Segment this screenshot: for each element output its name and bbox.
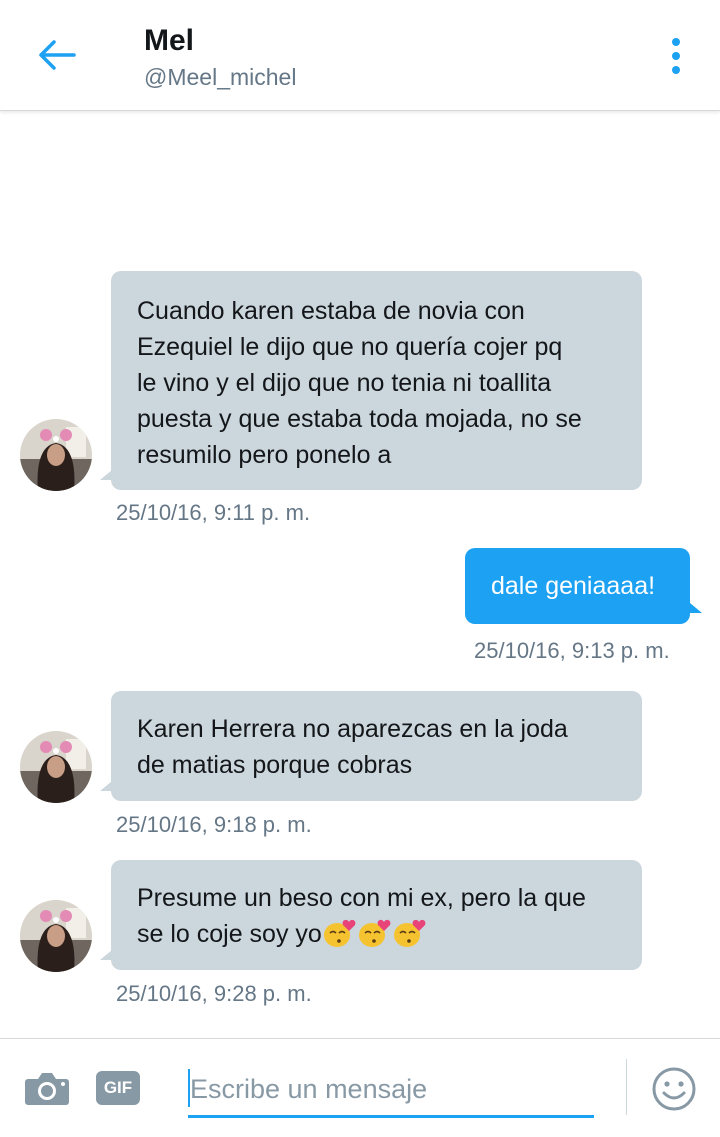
message-bubble-outgoing[interactable]: dale geniaaaa! <box>465 548 690 624</box>
message-input[interactable] <box>188 1063 594 1118</box>
kissing-face-icon <box>323 919 356 947</box>
message-bubble-incoming[interactable]: Presume un beso con mi ex, pero la que s… <box>111 860 642 970</box>
message-text-line: Presume un beso con mi ex, pero la que <box>137 884 586 912</box>
kissing-face-icon <box>358 919 391 947</box>
message-timestamp: 25/10/16, 9:13 p. m. <box>474 638 670 663</box>
bubble-tail <box>690 603 702 613</box>
kissing-face-icon <box>393 919 426 947</box>
back-button[interactable] <box>30 32 80 78</box>
back-arrow-icon <box>39 40 76 70</box>
message-timestamp: 25/10/16, 9:18 p. m. <box>116 812 312 837</box>
conversation-handle: @Meel_michel <box>144 64 297 90</box>
message-text-line: puesta y que estaba toda mojada, no se <box>137 405 582 433</box>
conversation-title: Mel <box>144 24 195 57</box>
bubble-tail <box>100 470 112 480</box>
message-text-line: dale geniaaaa! <box>491 572 656 600</box>
text-cursor <box>188 1069 190 1107</box>
camera-button[interactable] <box>24 1069 70 1107</box>
message-timestamp: 25/10/16, 9:11 p. m. <box>116 500 311 525</box>
avatar[interactable] <box>20 900 92 972</box>
camera-icon <box>25 1073 69 1105</box>
message-text-line: resumilo pero ponelo a <box>137 441 392 469</box>
bubble-tail <box>100 781 112 791</box>
avatar[interactable] <box>20 419 92 491</box>
avatar-photo <box>20 731 92 803</box>
message-text-line-with-emoji: se lo coje soy yo <box>137 916 616 952</box>
message-bubble-incoming[interactable]: Cuando karen estaba de novia con Ezequie… <box>111 271 642 490</box>
composer-divider <box>626 1059 627 1115</box>
message-text-line: de matias porque cobras <box>137 751 413 779</box>
message-text-line: Karen Herrera no aparezcas en la joda <box>137 715 568 743</box>
emoji-button[interactable] <box>650 1065 698 1113</box>
avatar[interactable] <box>20 731 92 803</box>
avatar-photo <box>20 900 92 972</box>
message-text-line: le vino y el dijo que no tenia ni toalli… <box>137 369 552 397</box>
smiley-icon <box>652 1067 696 1111</box>
message-bubble-incoming[interactable]: Karen Herrera no aparezcas en la joda de… <box>111 691 642 801</box>
conversation-header: Mel @Meel_michel <box>0 0 720 111</box>
message-text-line: Cuando karen estaba de novia con <box>137 297 525 325</box>
bubble-tail <box>100 950 112 960</box>
gif-icon: GIF <box>103 1078 133 1097</box>
message-composer: GIF <box>0 1038 720 1137</box>
more-options-button[interactable] <box>660 34 692 78</box>
avatar-photo <box>20 419 92 491</box>
message-text: se lo coje soy yo <box>137 920 322 948</box>
message-timestamp: 25/10/16, 9:28 p. m. <box>116 981 312 1006</box>
message-text-line: Ezequiel le dijo que no quería cojer pq <box>137 333 563 361</box>
gif-button[interactable]: GIF <box>96 1071 140 1105</box>
